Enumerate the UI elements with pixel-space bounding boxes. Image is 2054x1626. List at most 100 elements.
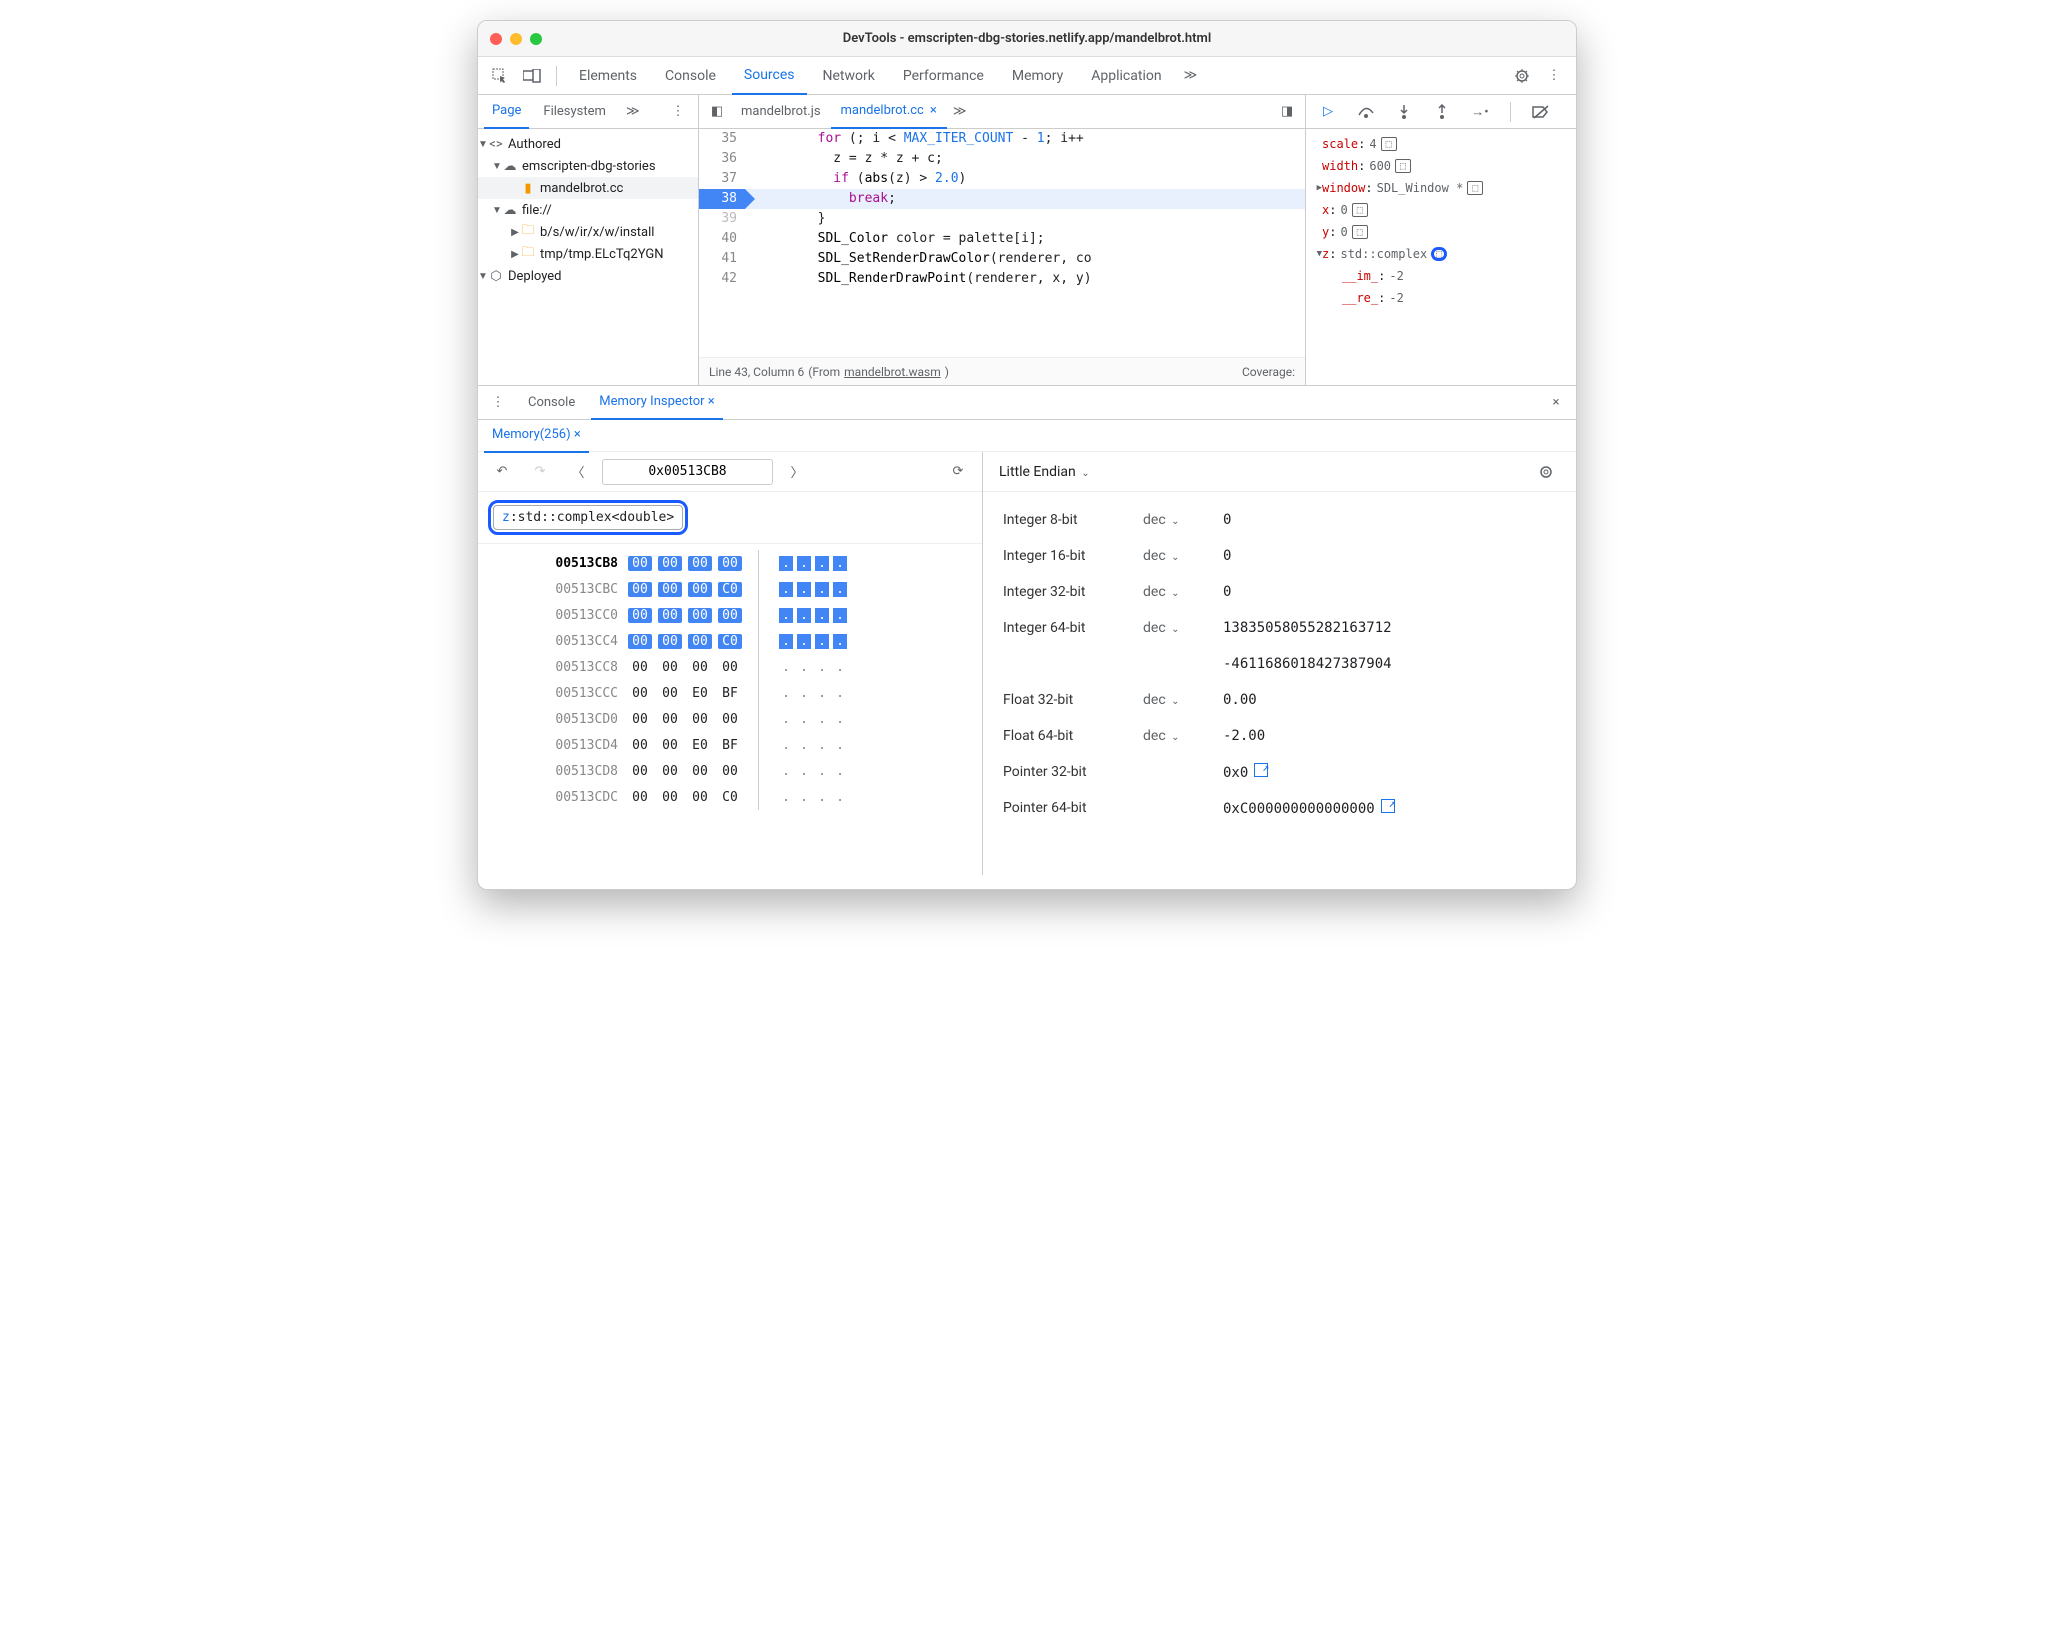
toggle-debugger-icon[interactable]: ◨ [1273, 99, 1301, 125]
editor-tab-js[interactable]: mandelbrot.js [731, 95, 831, 129]
more-tabs-icon[interactable]: ≫ [1178, 68, 1204, 83]
code-view[interactable]: 35 for (; i < MAX_ITER_COUNT - 1; i++36 … [699, 129, 1305, 357]
tree-filegroup[interactable]: ▼☁file:// [478, 199, 698, 221]
scope-var-__im_[interactable]: __im_: -2 [1312, 265, 1570, 287]
sidebar-tab-page[interactable]: Page [484, 95, 529, 129]
hex-row[interactable]: 00513CD800000000.... [538, 758, 982, 784]
jump-to-address-icon[interactable] [1254, 763, 1268, 777]
tree-deployed[interactable]: ▼⬡Deployed [478, 265, 698, 287]
memory-buffer-tab[interactable]: Memory(256) × [484, 419, 589, 453]
code-line[interactable]: 40 SDL_Color color = palette[i]; [699, 229, 1305, 249]
close-drawer-icon[interactable]: × [1542, 390, 1570, 416]
hex-grid[interactable]: 00513CB800000000....00513CBC000000C0....… [478, 544, 982, 816]
value-settings-icon[interactable] [1532, 459, 1560, 485]
close-tab-icon[interactable]: × [574, 427, 581, 442]
hex-row[interactable]: 00513CD40000E0BF.... [538, 732, 982, 758]
scope-var-y[interactable]: y: 0 [1312, 221, 1570, 243]
endianness-select[interactable]: Little Endian ⌄ [999, 464, 1090, 480]
sidebar-menu-icon[interactable]: ⋮ [664, 99, 692, 125]
scope-object-chip[interactable]: z: std::complex<double> [488, 500, 688, 535]
tree-folder1[interactable]: ▶🗀b/s/w/ir/x/w/install [478, 221, 698, 243]
encoding-select[interactable]: dec ⌄ [1143, 584, 1223, 600]
tree-file-mandelbrot[interactable]: ▮mandelbrot.cc [478, 177, 698, 199]
maximize-window-button[interactable] [530, 33, 542, 45]
toggle-navigator-icon[interactable]: ◧ [703, 99, 731, 125]
tab-performance[interactable]: Performance [891, 57, 996, 95]
code-line[interactable]: 35 for (; i < MAX_ITER_COUNT - 1; i++ [699, 129, 1305, 149]
encoding-select[interactable]: dec ⌄ [1143, 548, 1223, 564]
resume-icon[interactable]: ▷ [1314, 99, 1342, 125]
scope-var-width[interactable]: width: 600 [1312, 155, 1570, 177]
sources-panel: Page Filesystem ≫ ⋮ ▼<>Authored ▼☁emscri… [478, 95, 1576, 385]
code-line[interactable]: 38 break; [699, 189, 1305, 209]
tree-project[interactable]: ▼☁emscripten-dbg-stories [478, 155, 698, 177]
redo-icon[interactable]: ↷ [526, 459, 554, 485]
drawer-menu-icon[interactable]: ⋮ [484, 390, 512, 416]
device-toolbar-icon[interactable] [518, 63, 546, 89]
drawer-tab-console[interactable]: Console [520, 386, 583, 420]
code-line[interactable]: 36 z = z * z + c; [699, 149, 1305, 169]
hex-row[interactable]: 00513CD000000000.... [538, 706, 982, 732]
drawer-tab-memory-inspector[interactable]: Memory Inspector × [591, 386, 723, 420]
scope-var-window[interactable]: ▶ window: SDL_Window * [1312, 177, 1570, 199]
undo-icon[interactable]: ↶ [488, 459, 516, 485]
reveal-in-memory-icon[interactable] [1467, 181, 1483, 195]
reveal-in-memory-icon[interactable] [1352, 225, 1368, 239]
step-icon[interactable]: →• [1466, 99, 1494, 125]
next-page-icon[interactable]: 〉 [783, 459, 811, 485]
settings-icon[interactable] [1508, 63, 1536, 89]
tree-folder2[interactable]: ▶🗀tmp/tmp.ELcTq2YGN [478, 243, 698, 265]
encoding-select[interactable]: dec ⌄ [1143, 620, 1223, 636]
reveal-in-memory-icon[interactable] [1431, 247, 1447, 261]
tab-network[interactable]: Network [811, 57, 887, 95]
code-line[interactable]: 37 if (abs(z) > 2.0) [699, 169, 1305, 189]
encoding-select[interactable]: dec ⌄ [1143, 728, 1223, 744]
hex-row[interactable]: 00513CC800000000.... [538, 654, 982, 680]
editor-tab-cc[interactable]: mandelbrot.cc× [831, 95, 947, 129]
sidebar-tab-filesystem[interactable]: Filesystem [535, 95, 614, 129]
minimize-window-button[interactable] [510, 33, 522, 45]
editor-more-icon[interactable]: ≫ [947, 104, 973, 119]
close-tab-icon[interactable]: × [708, 394, 715, 409]
kebab-menu-icon[interactable]: ⋮ [1540, 63, 1568, 89]
code-line[interactable]: 41 SDL_SetRenderDrawColor(renderer, co [699, 249, 1305, 269]
scope-var-scale[interactable]: scale: 4 [1312, 133, 1570, 155]
hex-row[interactable]: 00513CCC0000E0BF.... [538, 680, 982, 706]
step-over-icon[interactable] [1352, 99, 1380, 125]
tab-application[interactable]: Application [1079, 57, 1173, 95]
inspect-element-icon[interactable] [486, 63, 514, 89]
deactivate-breakpoints-icon[interactable] [1527, 99, 1555, 125]
address-input[interactable] [602, 459, 773, 485]
sidebar-more-icon[interactable]: ≫ [620, 104, 646, 119]
prev-page-icon[interactable]: 〈 [564, 459, 592, 485]
reveal-in-memory-icon[interactable] [1352, 203, 1368, 217]
step-into-icon[interactable] [1390, 99, 1418, 125]
jump-to-address-icon[interactable] [1381, 799, 1395, 813]
scope-var-x[interactable]: x: 0 [1312, 199, 1570, 221]
close-tab-icon[interactable]: × [930, 103, 937, 118]
tree-authored[interactable]: ▼<>Authored [478, 133, 698, 155]
reveal-in-memory-icon[interactable] [1381, 137, 1397, 151]
tab-memory[interactable]: Memory [1000, 57, 1075, 95]
wasm-source-link[interactable]: mandelbrot.wasm [844, 365, 941, 379]
hex-row[interactable]: 00513CC4000000C0.... [538, 628, 982, 654]
code-line[interactable]: 39 } [699, 209, 1305, 229]
encoding-select[interactable]: dec ⌄ [1143, 692, 1223, 708]
encoding-select[interactable]: dec ⌄ [1143, 512, 1223, 528]
scope-var-__re_[interactable]: __re_: -2 [1312, 287, 1570, 309]
value-row: Integer 64-bitdec ⌄13835058055282163712 [1003, 610, 1556, 646]
hex-row[interactable]: 00513CBC000000C0.... [538, 576, 982, 602]
hex-row[interactable]: 00513CDC000000C0.... [538, 784, 982, 810]
code-line[interactable]: 42 SDL_RenderDrawPoint(renderer, x, y) [699, 269, 1305, 289]
hex-row[interactable]: 00513CC000000000.... [538, 602, 982, 628]
step-out-icon[interactable] [1428, 99, 1456, 125]
tab-console[interactable]: Console [653, 57, 728, 95]
hex-row[interactable]: 00513CB800000000.... [538, 550, 982, 576]
tab-sources[interactable]: Sources [732, 57, 807, 95]
refresh-icon[interactable]: ⟳ [944, 459, 972, 485]
editor-tabs: ◧ mandelbrot.js mandelbrot.cc× ≫ ◨ [699, 95, 1305, 129]
scope-var-z[interactable]: ▼ z: std::complex [1312, 243, 1570, 265]
close-window-button[interactable] [490, 33, 502, 45]
reveal-in-memory-icon[interactable] [1395, 159, 1411, 173]
tab-elements[interactable]: Elements [567, 57, 649, 95]
